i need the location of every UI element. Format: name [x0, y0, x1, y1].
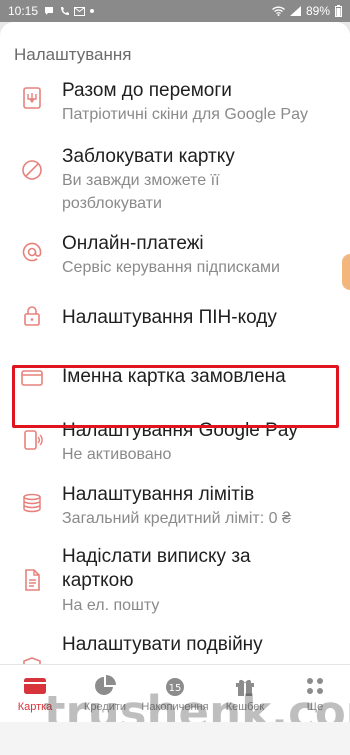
menu-item-together-to-victory[interactable]: Разом до перемоги Патріотичні скіни для … — [0, 74, 350, 134]
dot-icon — [90, 9, 95, 13]
status-bar: 10:15 89% — [0, 0, 350, 22]
menu-item-subtitle: розблокувати — [62, 195, 162, 212]
menu-item-block-card[interactable]: Заблокувати картку Ви завжди зможете її … — [0, 140, 350, 224]
menu-item-limits-settings[interactable]: Налаштування лімітів Загальний кредитний… — [0, 478, 350, 538]
signal-icon — [289, 6, 301, 16]
section-title: Налаштування — [14, 45, 132, 64]
dots-grid-icon — [307, 678, 323, 694]
tab-label: Кешбек — [225, 701, 265, 713]
tab-more[interactable]: Ще — [280, 665, 350, 723]
phone-icon — [61, 7, 70, 15]
piggy-icon: 15 — [166, 678, 184, 696]
chat-icon — [45, 7, 54, 15]
menu-item-send-statement[interactable]: Надіслати виписку за карткою На ел. пошт… — [0, 540, 350, 620]
menu-item-subtitle: На ел. пошту — [62, 597, 160, 614]
coins-icon — [23, 493, 41, 513]
menu-item-subtitle: Сервіс керування підписками — [62, 259, 280, 276]
status-time: 10:15 — [8, 4, 39, 18]
shield-icon — [23, 657, 41, 664]
menu-item-subtitle: Патріотичні скіни для Google Pay — [62, 106, 308, 123]
menu-item-title: карткою — [62, 570, 134, 591]
bottom-tab-bar: Картка Кредити 15 Накопичення Кешбек Ще — [0, 664, 350, 722]
at-icon — [22, 242, 42, 262]
tab-cashback[interactable]: Кешбек — [210, 665, 280, 723]
svg-text:15: 15 — [169, 683, 182, 694]
trident-card-icon — [23, 87, 41, 109]
pie-icon — [95, 675, 116, 695]
tab-credits[interactable]: Кредити — [70, 665, 140, 723]
tab-label: Ще — [306, 701, 324, 713]
gift-icon — [236, 679, 254, 696]
highlight-frame — [12, 365, 339, 428]
block-icon — [22, 160, 42, 180]
menu-item-pin-settings[interactable]: Налаштування ПІН-коду — [0, 294, 350, 344]
battery-percent: 89% — [305, 4, 330, 18]
tab-label: Накопичення — [141, 701, 209, 713]
menu-item-title: Налаштувати подвійну — [62, 634, 263, 655]
menu-item-double-setup[interactable]: Налаштувати подвійну — [0, 626, 350, 664]
mail-icon — [74, 6, 86, 16]
settings-sheet: Налаштування Разом до перемоги Патріотич… — [0, 22, 350, 664]
menu-item-title: Налаштування лімітів — [62, 484, 255, 505]
menu-item-title: Надіслати виписку за — [62, 546, 251, 567]
menu-item-title: Онлайн-платежі — [62, 233, 204, 254]
card-tab-icon — [24, 678, 46, 694]
menu-item-subtitle: Ви завжди зможете її — [62, 172, 220, 189]
phone-pay-icon — [24, 430, 43, 450]
menu-item-subtitle: Не активовано — [62, 446, 172, 463]
wifi-icon — [272, 6, 285, 16]
menu-item-online-payments[interactable]: Онлайн-платежі Сервіс керування підписка… — [0, 228, 350, 290]
battery-icon — [335, 5, 342, 17]
lock-icon — [24, 306, 40, 326]
tab-card[interactable]: Картка — [0, 665, 70, 723]
menu-item-title: Налаштування ПІН-коду — [62, 307, 277, 328]
tab-savings[interactable]: 15 Накопичення — [140, 665, 210, 723]
menu-item-title: Заблокувати картку — [62, 146, 235, 167]
tab-label: Кредити — [83, 701, 127, 713]
menu-item-title: Разом до перемоги — [62, 80, 232, 101]
menu-item-subtitle: Загальний кредитний ліміт: 0 ₴ — [62, 510, 291, 527]
document-icon — [25, 569, 40, 591]
tab-label: Картка — [17, 701, 53, 713]
system-navigation-bar — [0, 722, 350, 755]
